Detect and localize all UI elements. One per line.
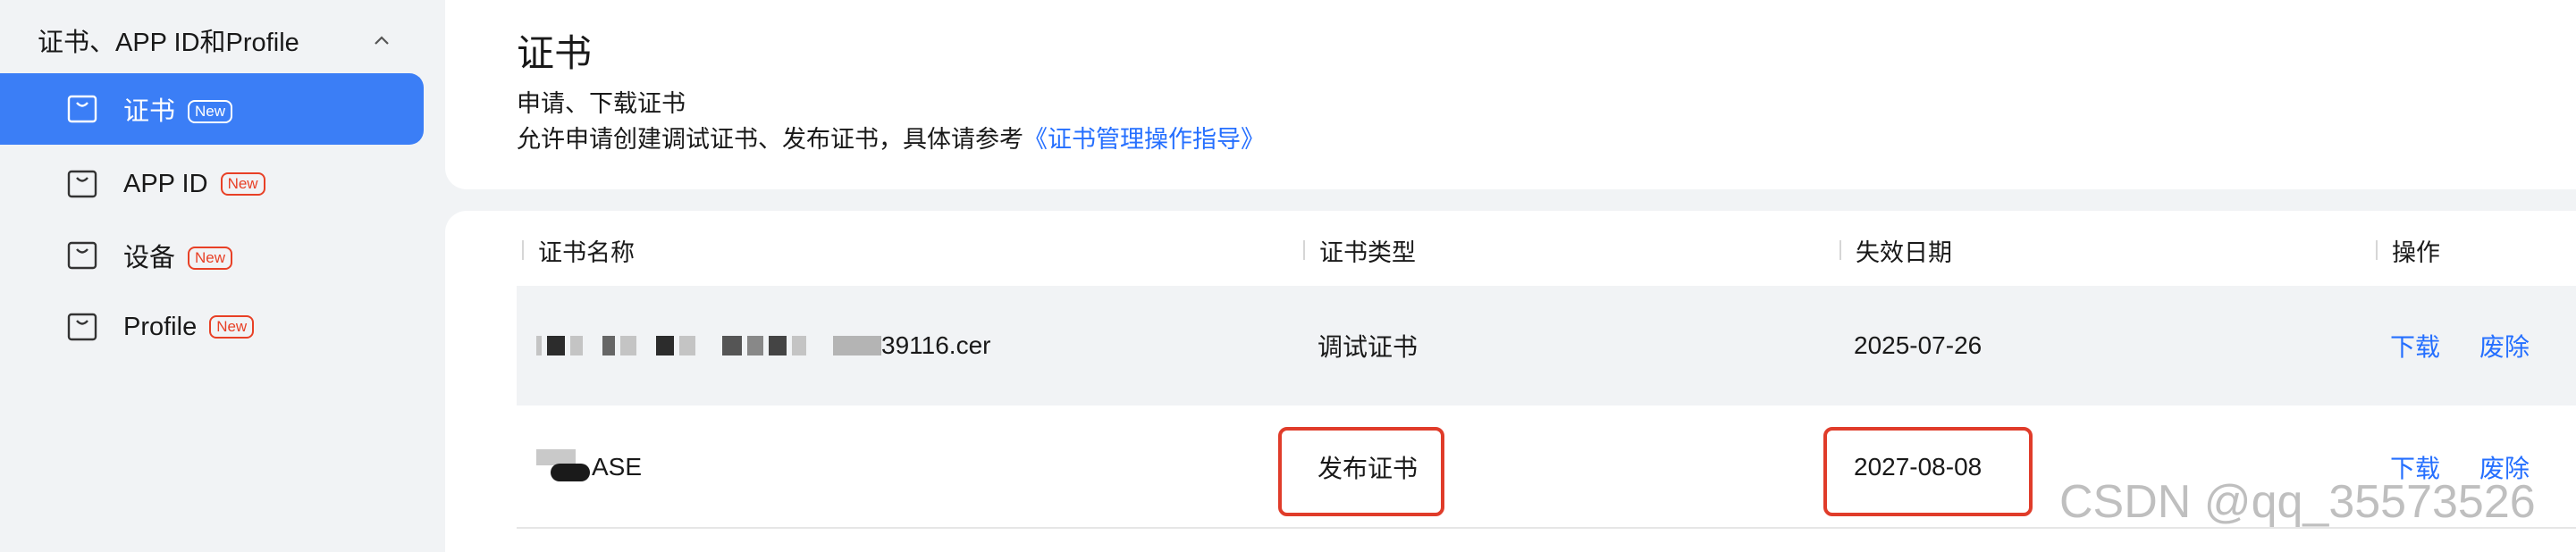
sidebar-item-app-id[interactable]: APP ID New [0,148,424,220]
page-header-panel: 证书 申请、下载证书 允许申请创建调试证书、发布证书，具体请参考《证书管理操作指… [445,0,2576,189]
new-badge: New [209,314,255,339]
sidebar-item-devices[interactable]: 设备 New [0,220,424,291]
highlight-box-expiry [1823,427,2033,516]
bag-icon [67,170,97,198]
sidebar-item-profile[interactable]: Profile New [0,291,424,363]
certificate-name: ASE [536,407,642,527]
table-row: 39116.cer 调试证书 2025-07-26 下载 废除 [517,286,2576,406]
guide-link[interactable]: 《证书管理操作指导》 [1023,126,1265,153]
sidebar: 证书、APP ID和Profile 证书 New APP ID New 设备 New [0,0,431,552]
bag-icon [67,95,97,123]
sidebar-item-label: 证书 New [123,90,233,128]
column-header-actions: 操作 [2376,232,2440,268]
certificate-type: 调试证书 [1317,333,1418,361]
chevron-up-icon [375,36,389,45]
sidebar-item-certificates[interactable]: 证书 New [0,73,424,145]
new-badge: New [188,247,233,270]
bag-icon [67,313,97,341]
download-button[interactable]: 下载 [2390,286,2440,406]
page-title: 证书 [517,32,593,74]
page-subtitle: 申请、下载证书 [517,90,686,117]
highlight-box-type [1278,427,1444,516]
sidebar-item-label: Profile New [123,313,255,342]
page-description: 允许申请创建调试证书、发布证书，具体请参考《证书管理操作指导》 [517,126,1265,153]
certificate-expiry: 2025-07-26 [1854,331,1983,359]
new-badge: New [188,100,233,123]
column-header-type: 证书类型 [1303,232,1416,268]
redacted-block [536,336,881,355]
redacted-block [536,449,590,485]
new-badge: New [220,171,265,196]
sidebar-item-label: 设备 New [123,237,233,274]
sidebar-group-header[interactable]: 证书、APP ID和Profile [38,16,395,64]
revoke-button[interactable]: 废除 [2479,286,2530,406]
sidebar-group-title: 证书、APP ID和Profile [38,29,299,57]
sidebar-item-label: APP ID New [123,170,265,199]
bag-icon [67,241,97,270]
column-header-name: 证书名称 [522,232,635,268]
certificate-name: 39116.cer [536,286,990,406]
column-header-expiry: 失效日期 [1839,232,1952,268]
watermark: CSDN @qq_35573526 [2059,476,2536,528]
